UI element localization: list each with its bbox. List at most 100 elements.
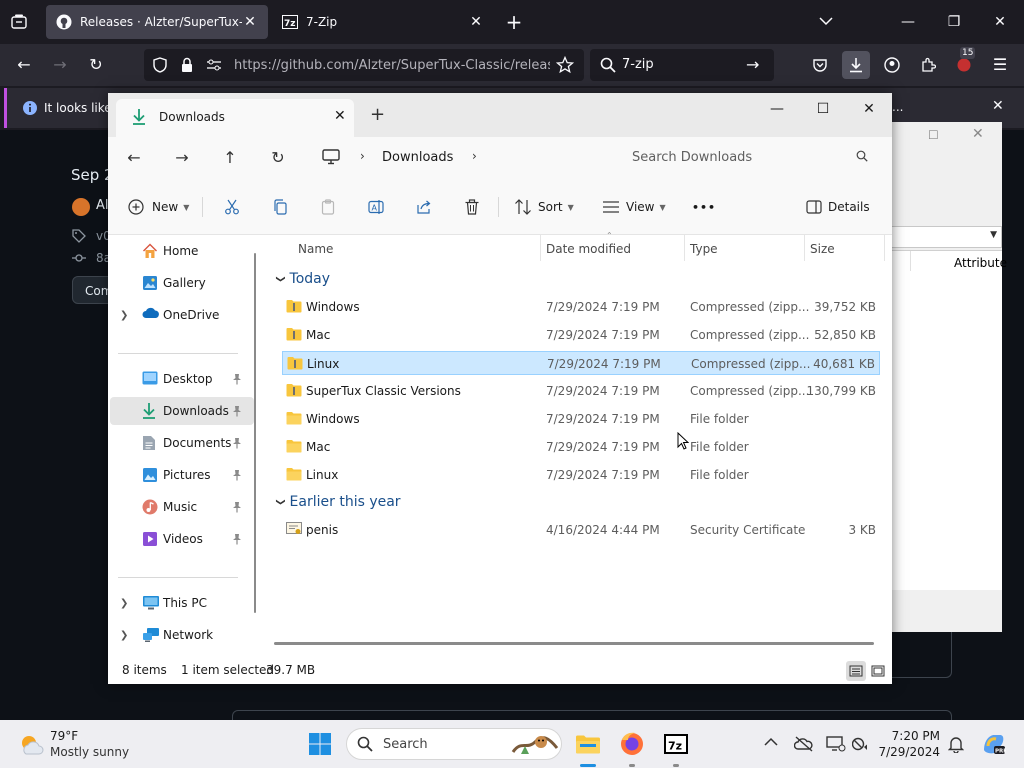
sidebar-item-gallery[interactable]: Gallery — [110, 269, 254, 297]
pin-icon[interactable] — [232, 405, 242, 420]
pin-icon[interactable] — [232, 533, 242, 548]
pin-icon[interactable] — [232, 373, 242, 388]
sidebar-item-desktop[interactable]: Desktop — [110, 365, 254, 393]
table-row[interactable]: Windows 7/29/2024 7:19 PM File folder — [282, 407, 880, 431]
sidebar-item-onedrive[interactable]: ❯ OneDrive — [110, 301, 254, 329]
permissions-icon[interactable] — [206, 58, 222, 75]
group-header-today[interactable]: ❯ Today — [275, 271, 330, 287]
table-row[interactable]: Mac 7/29/2024 7:19 PM File folder — [282, 435, 880, 459]
7zip-close-icon[interactable]: ✕ — [972, 126, 984, 142]
table-row[interactable]: penis 4/16/2024 4:44 PM Security Certifi… — [282, 518, 880, 542]
close-tab-icon[interactable]: ✕ — [242, 14, 258, 30]
notification-close-icon[interactable]: ✕ — [992, 98, 1004, 114]
chevron-right-icon[interactable]: ❯ — [120, 598, 128, 609]
delete-button[interactable] — [464, 193, 486, 221]
account-icon[interactable] — [878, 51, 906, 79]
cut-button[interactable] — [224, 193, 246, 221]
sidebar-item-network[interactable]: ❯ Network — [110, 621, 254, 649]
lock-icon[interactable] — [180, 57, 194, 76]
7zip-maximize-icon[interactable]: ☐ — [928, 128, 939, 142]
address-bar[interactable]: › Downloads › — [312, 141, 602, 173]
forward-button[interactable]: → — [46, 51, 74, 79]
group-header-earlier-this-year[interactable]: ❯ Earlier this year — [275, 494, 401, 510]
forward-button[interactable]: → — [170, 147, 194, 171]
url-bar[interactable]: https://github.com/Alzter/SuperTux-Class… — [144, 49, 584, 81]
breadcrumb-chevron-icon[interactable]: › — [360, 149, 365, 163]
close-window-button[interactable]: ✕ — [986, 8, 1014, 36]
copy-button[interactable] — [272, 193, 294, 221]
sidebar-item-downloads[interactable]: Downloads — [110, 397, 254, 425]
up-button[interactable]: ↑ — [218, 147, 242, 171]
close-tab-icon[interactable]: ✕ — [334, 108, 346, 124]
author-name[interactable]: Al — [96, 198, 109, 213]
breadcrumb-downloads[interactable]: Downloads — [382, 150, 453, 165]
explorer-new-tab-button[interactable]: + — [370, 104, 385, 125]
sidebar-scrollbar[interactable] — [254, 253, 256, 613]
copilot-icon[interactable]: PRE — [980, 732, 1007, 759]
tiles-view-button[interactable] — [868, 661, 888, 681]
browser-tab-releases[interactable]: Releases · Alzter/SuperTux-Classic ✕ — [46, 5, 268, 39]
explorer-close-button[interactable]: ✕ — [854, 97, 884, 121]
explorer-maximize-button[interactable]: ☐ — [808, 97, 838, 121]
sidebar-item-this-pc[interactable]: ❯ This PC — [110, 589, 254, 617]
more-options-button[interactable]: ••• — [692, 193, 716, 221]
chevron-right-icon[interactable]: ❯ — [120, 310, 128, 321]
go-arrow-icon[interactable]: → — [746, 55, 759, 74]
sidebar-item-home[interactable]: Home — [110, 237, 254, 265]
new-tab-button[interactable]: + — [500, 8, 528, 36]
taskbar-search-box[interactable]: Search — [346, 728, 562, 760]
sidebar-item-music[interactable]: Music — [110, 493, 254, 521]
details-view-button[interactable] — [846, 661, 866, 681]
extensions-icon[interactable] — [914, 51, 942, 79]
search-bar[interactable]: 7-zip → — [590, 49, 774, 81]
share-button[interactable] — [416, 193, 438, 221]
column-header-date-modified[interactable]: Date modified — [546, 242, 631, 256]
pin-icon[interactable] — [232, 469, 242, 484]
bookmark-star-icon[interactable] — [555, 55, 575, 77]
view-button[interactable]: View ▼ — [602, 193, 666, 221]
7zip-file-list[interactable]: Attribute — [890, 250, 1007, 590]
column-header-name[interactable]: Name — [298, 242, 333, 256]
sort-button[interactable]: Sort ▼ — [514, 193, 574, 221]
7zip-taskbar-icon[interactable]: 7z — [660, 728, 692, 760]
close-tab-icon[interactable]: ✕ — [468, 14, 484, 30]
column-divider[interactable] — [540, 235, 541, 261]
rename-button[interactable]: A — [368, 193, 390, 221]
display-icon[interactable] — [826, 736, 846, 755]
restore-button[interactable]: ❐ — [940, 8, 968, 36]
column-header-size[interactable]: Size — [810, 242, 835, 256]
table-row[interactable]: Linux 7/29/2024 7:19 PM File folder — [282, 463, 880, 487]
table-row[interactable]: Mac 7/29/2024 7:19 PM Compressed (zipp..… — [282, 323, 880, 347]
column-header-type[interactable]: Type — [690, 242, 718, 256]
table-row[interactable]: SuperTux Classic Versions 7/29/2024 7:19… — [282, 379, 880, 403]
explorer-minimize-button[interactable]: — — [762, 97, 792, 121]
column-divider[interactable] — [884, 235, 885, 261]
sidebar-item-videos[interactable]: Videos — [110, 525, 254, 553]
author-avatar[interactable] — [72, 198, 90, 216]
new-button[interactable]: New ▼ — [128, 193, 189, 221]
tab-list-icon[interactable] — [10, 13, 28, 31]
details-pane-button[interactable]: Details — [806, 193, 870, 221]
sidebar-item-pictures[interactable]: Pictures — [110, 461, 254, 489]
column-header-attributes[interactable]: Attribute — [954, 256, 1007, 270]
addon-badge-icon[interactable]: 15 — [950, 47, 978, 79]
column-divider[interactable] — [684, 235, 685, 261]
shield-icon[interactable] — [152, 57, 168, 76]
start-button[interactable] — [304, 728, 336, 760]
column-divider[interactable] — [804, 235, 805, 261]
7zip-window-background[interactable]: ☐ ✕ ▼ Attribute — [890, 122, 1007, 632]
table-row[interactable]: Windows 7/29/2024 7:19 PM Compressed (zi… — [282, 295, 880, 319]
reload-button[interactable]: ↻ — [82, 51, 110, 79]
browser-tab-7zip[interactable]: 7z 7-Zip ✕ — [272, 5, 494, 39]
notification-ellipsis[interactable]: ... — [892, 100, 903, 114]
refresh-button[interactable]: ↻ — [266, 147, 290, 171]
list-all-tabs-chevron-icon[interactable] — [812, 8, 840, 36]
pin-icon[interactable] — [232, 501, 242, 516]
horizontal-scrollbar[interactable] — [274, 642, 874, 645]
sidebar-item-documents[interactable]: Documents — [110, 429, 254, 457]
notification-bell-icon[interactable] — [947, 735, 965, 756]
onedrive-offline-icon[interactable] — [793, 736, 814, 755]
chevron-right-icon[interactable]: ❯ — [120, 630, 128, 641]
menu-icon[interactable]: ☰ — [986, 51, 1014, 79]
minimize-button[interactable]: — — [894, 8, 922, 36]
